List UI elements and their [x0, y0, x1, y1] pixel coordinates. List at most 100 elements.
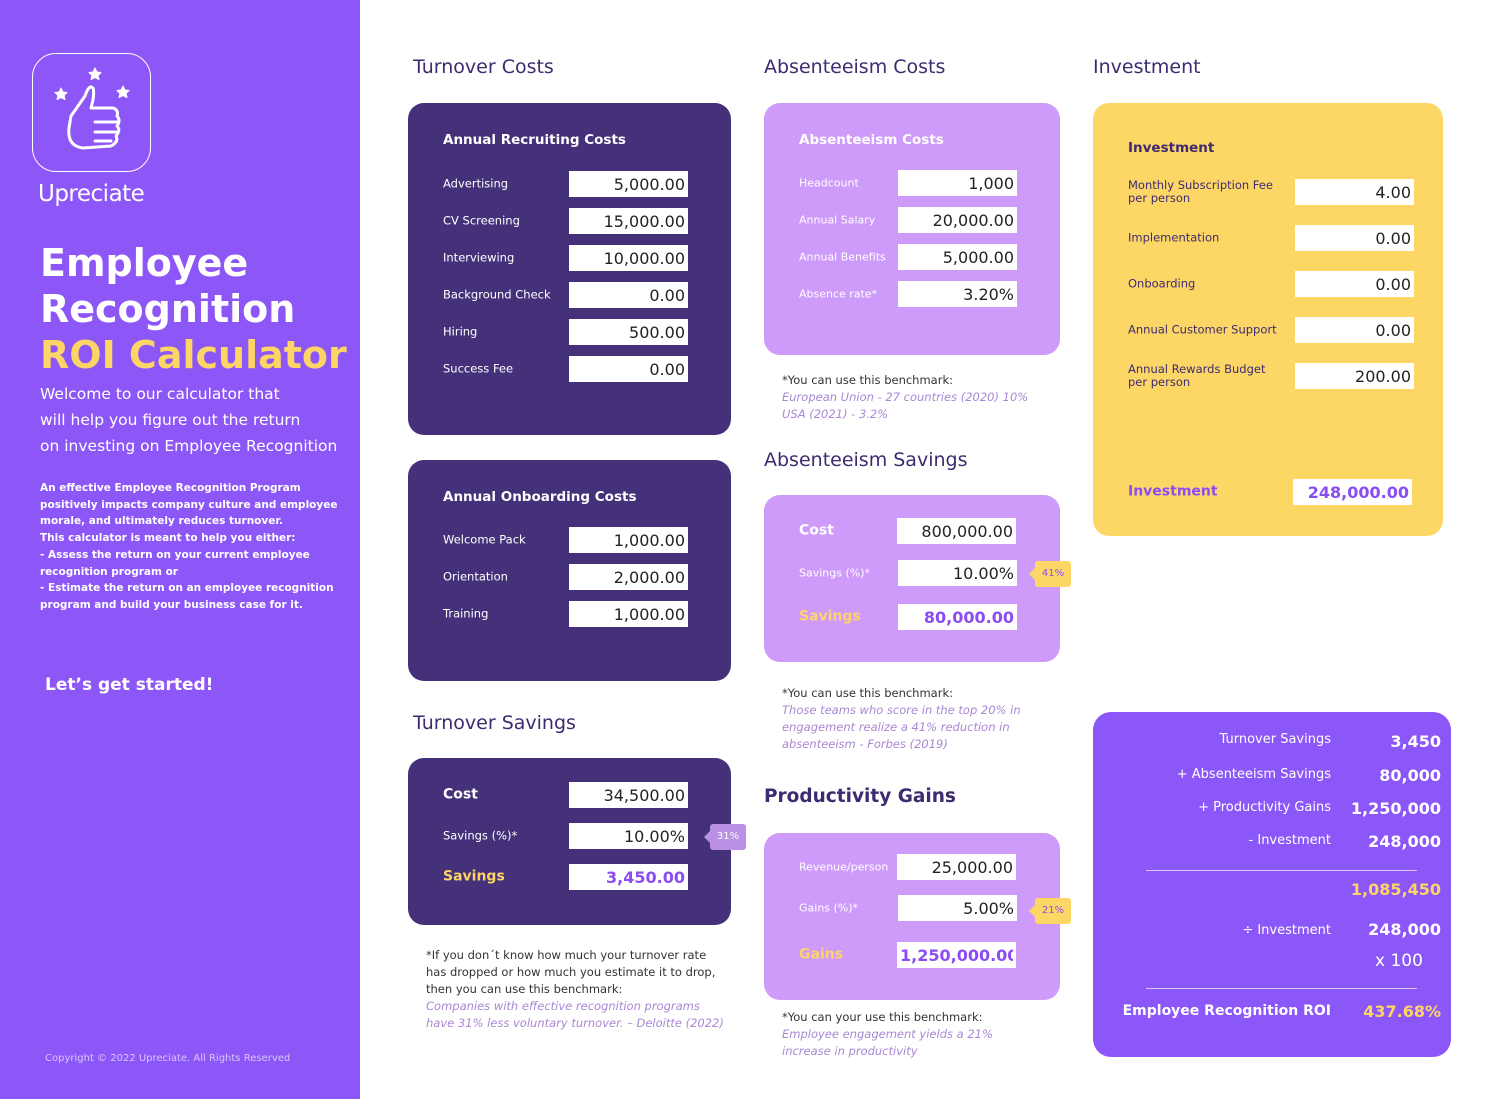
- savings-label: Savings: [443, 868, 505, 885]
- divider: [1146, 988, 1417, 989]
- annual-benefits-field[interactable]: [898, 244, 1017, 270]
- paragraph-line: This calculator is meant to help you eit…: [40, 532, 296, 545]
- benchmark-badge: 41%: [1029, 561, 1071, 587]
- savings-field[interactable]: [898, 604, 1017, 630]
- welcome-line: Welcome to our calculator that: [40, 385, 280, 403]
- note-line: *You can your use this benchmark:: [782, 1010, 983, 1024]
- note-benchmark: Employee engagement yields a 21%: [782, 1027, 993, 1041]
- note-benchmark: Those teams who score in the top 20% in: [782, 703, 1021, 717]
- revenue-label: Revenue/person: [799, 860, 889, 874]
- savings-field[interactable]: [569, 864, 688, 890]
- savings-pct-field[interactable]: [898, 560, 1017, 586]
- absenteeism-savings-note: *You can use this benchmark: Those teams…: [782, 685, 1021, 753]
- row-label: Implementation: [1128, 230, 1220, 245]
- gains-pct-field[interactable]: [898, 895, 1017, 921]
- interviewing-field[interactable]: [569, 245, 688, 271]
- absenteeism-costs-panel: Absenteeism Costs Headcount Annual Salar…: [764, 103, 1060, 355]
- gains-pct-label: Gains (%)*: [799, 901, 859, 915]
- row-label: Annual Customer Support: [1128, 322, 1277, 337]
- row-label: CV Screening: [443, 213, 520, 228]
- row-label: Headcount: [799, 176, 859, 190]
- savings-pct-field[interactable]: [569, 823, 688, 849]
- note-line: *If you don´t know how much your turnove…: [426, 948, 707, 962]
- panel-title: Annual Recruiting Costs: [443, 132, 626, 148]
- intro-paragraph: An effective Employee Recognition Progra…: [40, 480, 340, 614]
- input-row: Monthly Subscription Fee per person: [1093, 179, 1443, 205]
- row-label: Background Check: [443, 287, 551, 302]
- productivity-panel: Revenue/person Gains (%)* Gains: [764, 833, 1060, 1000]
- note-benchmark: Companies with effective recognition pro…: [426, 999, 700, 1013]
- background-check-field[interactable]: [569, 282, 688, 308]
- roi-label: Employee Recognition ROI: [1122, 1003, 1331, 1019]
- row-label: Onboarding: [1128, 276, 1196, 291]
- implementation-field[interactable]: [1295, 225, 1414, 251]
- heading-absenteeism-savings: Absenteeism Savings: [764, 449, 968, 471]
- row-label: Annual Salary: [799, 213, 876, 227]
- success-fee-field[interactable]: [569, 356, 688, 382]
- input-row: Annual Benefits: [764, 244, 1060, 270]
- paragraph-line: - Assess the return on your current empl…: [40, 548, 310, 561]
- rewards-budget-field[interactable]: [1295, 363, 1414, 389]
- savings-pct-label: Savings (%)*: [799, 566, 871, 580]
- orientation-field[interactable]: [569, 564, 688, 590]
- input-row: Success Fee: [408, 356, 731, 382]
- page-title: Employee Recognition ROI Calculator: [40, 240, 347, 378]
- absenteeism-savings-panel: Cost Savings (%)* Savings: [764, 495, 1060, 662]
- cta-text: Let’s get started!: [45, 675, 214, 695]
- heading-turnover-costs: Turnover Costs: [413, 56, 554, 78]
- divider: [1146, 870, 1417, 871]
- hiring-field[interactable]: [569, 319, 688, 345]
- heading-productivity-gains: Productivity Gains: [764, 786, 956, 807]
- absence-rate-field[interactable]: [898, 281, 1017, 307]
- onboarding-costs-panel: Annual Onboarding Costs Welcome Pack Ori…: [408, 460, 731, 681]
- cost-label: Cost: [443, 786, 478, 803]
- summary-label: Turnover Savings: [1219, 732, 1331, 747]
- turnover-savings-panel: Cost Savings (%)* Savings: [408, 758, 731, 925]
- row-label: Welcome Pack: [443, 532, 526, 547]
- paragraph-line: morale, and ultimately reduces turnover.: [40, 515, 284, 528]
- summary-value: 1,250,000: [1350, 799, 1441, 818]
- benchmark-badge: 31%: [704, 824, 746, 850]
- brand-name: Upreciate: [38, 181, 145, 207]
- paragraph-line: An effective Employee Recognition Progra…: [40, 482, 301, 494]
- row-label: Success Fee: [443, 361, 514, 376]
- cv-screening-field[interactable]: [569, 208, 688, 234]
- advertising-field[interactable]: [569, 171, 688, 197]
- note-benchmark: have 31% less voluntary turnover. – Delo…: [426, 1016, 724, 1030]
- input-row: Annual Salary: [764, 207, 1060, 233]
- note-benchmark: increase in productivity: [782, 1044, 918, 1058]
- headcount-field[interactable]: [898, 170, 1017, 196]
- customer-support-field[interactable]: [1295, 317, 1414, 343]
- sidebar: Upreciate Employee Recognition ROI Calcu…: [0, 0, 360, 1099]
- gains-field[interactable]: [897, 942, 1016, 968]
- note-benchmark: absenteeism - Forbes (2019): [782, 737, 948, 751]
- welcome-line: will help you figure out the return: [40, 411, 301, 429]
- thumbs-up-stars-icon: [32, 53, 151, 172]
- investment-total-field[interactable]: [1293, 479, 1412, 505]
- annual-salary-field[interactable]: [898, 207, 1017, 233]
- input-row: Headcount: [764, 170, 1060, 196]
- input-row: Annual Rewards Budget per person: [1093, 363, 1443, 389]
- input-row: Absence rate*: [764, 281, 1060, 307]
- investment-panel: Investment Monthly Subscription Fee per …: [1093, 103, 1443, 536]
- heading-absenteeism-costs: Absenteeism Costs: [764, 56, 946, 78]
- title-line: ROI Calculator: [40, 333, 347, 377]
- cost-field[interactable]: [897, 518, 1016, 544]
- cost-field[interactable]: [569, 782, 688, 808]
- investment-total-label: Investment: [1128, 483, 1218, 500]
- heading-turnover-savings: Turnover Savings: [413, 712, 576, 734]
- note-line: then you can use this benchmark:: [426, 982, 623, 996]
- paragraph-line: program and build your business case for…: [40, 598, 303, 611]
- absenteeism-note: *You can use this benchmark: European Un…: [782, 372, 1028, 423]
- training-field[interactable]: [569, 601, 688, 627]
- divide-label: ÷ Investment: [1242, 923, 1331, 938]
- welcome-pack-field[interactable]: [569, 527, 688, 553]
- benchmark-badge: 21%: [1029, 898, 1071, 924]
- subscription-fee-field[interactable]: [1295, 179, 1414, 205]
- input-row: Interviewing: [408, 245, 731, 271]
- revenue-field[interactable]: [897, 854, 1016, 880]
- onboarding-field[interactable]: [1295, 271, 1414, 297]
- note-line: *You can use this benchmark:: [782, 373, 953, 387]
- row-label: Hiring: [443, 324, 478, 339]
- cost-label: Cost: [799, 522, 834, 539]
